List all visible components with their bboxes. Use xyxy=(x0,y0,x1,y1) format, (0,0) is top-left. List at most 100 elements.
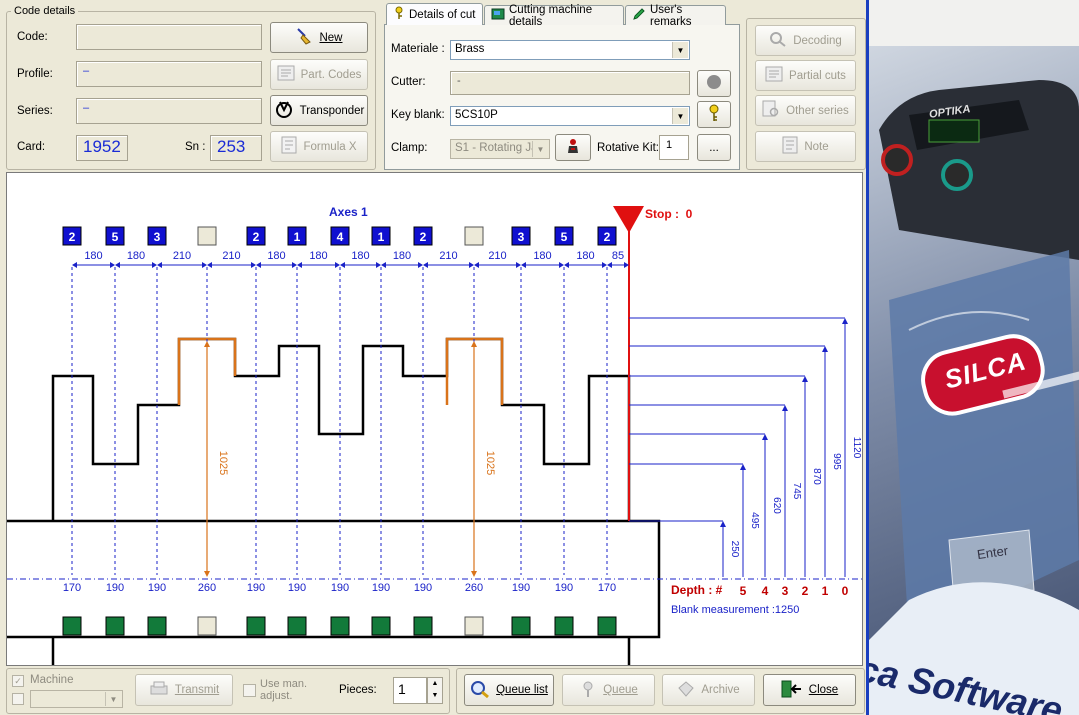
profile-field: – xyxy=(76,61,262,87)
archive-icon xyxy=(677,680,695,701)
cut-code-label: 1 xyxy=(294,230,301,244)
arrow-left-icon xyxy=(72,262,77,268)
arrow-right-icon xyxy=(202,262,207,268)
arrow-left-icon xyxy=(256,262,261,268)
cut-code-label: 5 xyxy=(112,230,119,244)
transponder-button[interactable]: Transponder xyxy=(270,95,368,126)
chevron-down-icon[interactable]: ▼ xyxy=(672,42,688,58)
highlight-value-label: 1025 xyxy=(484,451,496,475)
cut-position-label: 190 xyxy=(414,582,432,594)
arrow-right-icon xyxy=(110,262,115,268)
cut-square xyxy=(554,616,574,636)
formula-button[interactable]: Formula X xyxy=(270,131,368,162)
material-value: Brass xyxy=(455,43,485,55)
document-search-icon xyxy=(762,100,780,121)
code-field[interactable] xyxy=(76,24,262,50)
arrow-right-icon xyxy=(559,262,564,268)
arrow-up-icon xyxy=(740,464,746,470)
clamp-icon xyxy=(565,137,581,158)
tab-details-of-cut[interactable]: Details of cut xyxy=(386,3,483,25)
decoding-button[interactable]: Decoding xyxy=(755,25,856,56)
cut-square-empty xyxy=(464,616,484,636)
cut-position-label: 170 xyxy=(598,582,616,594)
arrow-up-icon xyxy=(471,341,477,347)
note-button[interactable]: Note xyxy=(755,131,856,162)
clamp-config-button[interactable] xyxy=(555,134,591,161)
key-icon xyxy=(708,104,720,125)
cut-square xyxy=(105,616,125,636)
spacing-label: 180 xyxy=(576,250,594,262)
cutter-info-button[interactable] xyxy=(697,70,731,97)
close-label: Close xyxy=(808,684,839,696)
clamp-select[interactable]: S1 - Rotating Jaw ▼ xyxy=(450,139,550,159)
part-codes-button[interactable]: Part. Codes xyxy=(270,59,368,90)
magnifier-icon xyxy=(769,31,787,50)
queue-list-button[interactable]: Queue list xyxy=(464,674,554,706)
arrow-up-icon xyxy=(720,521,726,527)
arrow-left-icon xyxy=(381,262,386,268)
spacing-label: 180 xyxy=(267,250,285,262)
queue-list-label: Queue list xyxy=(496,684,548,696)
cut-code-box-empty xyxy=(197,226,217,246)
cut-square xyxy=(371,616,391,636)
machine-sub-checkbox[interactable] xyxy=(12,693,24,705)
close-button[interactable]: Close xyxy=(763,674,856,706)
queue-button[interactable]: Queue xyxy=(562,674,655,706)
cutter-field: - xyxy=(450,71,690,95)
depth-value-label: 495 xyxy=(749,512,760,529)
cut-position-label: 170 xyxy=(63,582,81,594)
note-label: Note xyxy=(804,140,829,153)
cut-position-label: 190 xyxy=(148,582,166,594)
arrow-right-icon xyxy=(469,262,474,268)
cut-square xyxy=(62,616,82,636)
more-options-label: ... xyxy=(709,141,719,154)
new-button[interactable]: New xyxy=(270,22,368,53)
cut-position-label: 260 xyxy=(198,582,216,594)
arrow-left-icon xyxy=(297,262,302,268)
pieces-field[interactable]: 1 xyxy=(393,677,427,704)
cut-square-empty xyxy=(197,616,217,636)
tab-details-of-cut-label: Details of cut xyxy=(409,8,476,21)
cut-position-label: 190 xyxy=(331,582,349,594)
key-icon xyxy=(393,6,405,23)
cut-position-label: 190 xyxy=(555,582,573,594)
other-series-button[interactable]: Other series xyxy=(755,95,856,126)
transmit-button[interactable]: Transmit xyxy=(135,674,233,706)
chevron-down-icon[interactable]: ▼ xyxy=(532,141,548,157)
arrow-right-icon xyxy=(376,262,381,268)
cut-square xyxy=(147,616,167,636)
machine-select[interactable]: ▼ xyxy=(30,690,123,708)
partial-cuts-button[interactable]: Partial cuts xyxy=(755,60,856,91)
chevron-down-icon[interactable]: ▼ xyxy=(672,108,688,124)
key-blank-button[interactable] xyxy=(697,101,731,128)
key-blank-select[interactable]: 5CS10P ▼ xyxy=(450,106,690,126)
depth-code-label: 2 xyxy=(802,584,809,598)
depth-code-label: 3 xyxy=(782,584,789,598)
card-label: Card: xyxy=(17,141,46,153)
tab-users-remarks[interactable]: User's remarks xyxy=(625,4,726,28)
key-shoulder xyxy=(51,637,631,665)
chevron-down-icon[interactable]: ▼ xyxy=(105,692,121,706)
cut-code-label: 5 xyxy=(561,230,568,244)
code-details-title: Code details xyxy=(11,5,79,17)
use-man-adjust-checkbox[interactable] xyxy=(243,684,256,697)
cut-position-label: 190 xyxy=(512,582,530,594)
arrow-right-icon xyxy=(516,262,521,268)
arrow-left-icon xyxy=(340,262,345,268)
spacing-label: 180 xyxy=(351,250,369,262)
depth-value-label: 745 xyxy=(791,483,802,500)
arrow-up-icon xyxy=(782,405,788,411)
material-select[interactable]: Brass ▼ xyxy=(450,40,690,60)
key-gear-icon xyxy=(579,680,597,701)
archive-button[interactable]: Archive xyxy=(662,674,755,706)
machine-checkbox[interactable]: ✓ xyxy=(12,675,24,687)
material-label: Materiale : xyxy=(391,43,445,55)
note-icon xyxy=(782,136,798,157)
tab-cutting-machine-details[interactable]: Cutting machine details xyxy=(484,4,624,28)
spacing-label: 210 xyxy=(173,250,191,262)
depth-code-label: 5 xyxy=(740,584,747,598)
pieces-spinner[interactable]: ▲ ▼ xyxy=(427,677,443,704)
more-options-button[interactable]: ... xyxy=(697,134,731,161)
machine-label: Machine xyxy=(30,674,74,686)
arrow-right-icon xyxy=(292,262,297,268)
